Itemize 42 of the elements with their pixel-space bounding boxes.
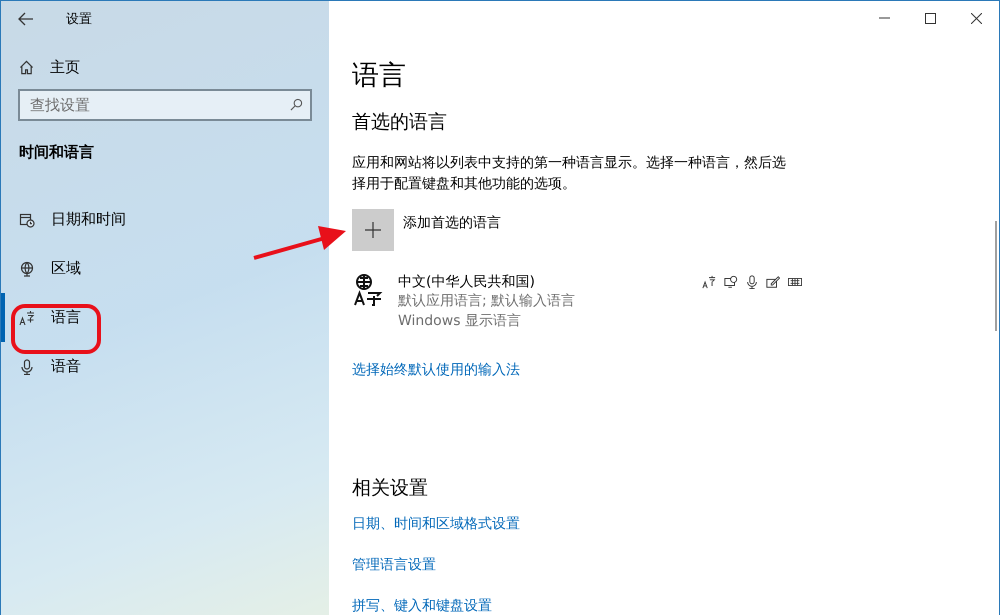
microphone-icon [19, 358, 35, 374]
add-language-button[interactable] [352, 209, 394, 251]
language-icon [19, 310, 35, 326]
close-icon [970, 12, 982, 24]
nav-item[interactable]: 区域 [1, 244, 329, 293]
minimize-icon [878, 17, 890, 19]
language-entry[interactable]: 中文(中华人民共和国) 默认应用语言; 默认输入语言 Windows 显示语言 [352, 273, 802, 331]
add-language-label[interactable]: 添加首选的语言 [403, 214, 501, 232]
section-heading: 首选的语言 [352, 110, 448, 135]
nav-item[interactable]: 日期和时间 [1, 195, 329, 244]
nav-label: 区域 [51, 259, 81, 278]
language-name: 中文(中华人民共和国) [398, 273, 536, 291]
microphone-icon [746, 275, 758, 289]
nav-label: 语言 [51, 308, 81, 327]
page-title: 语言 [352, 59, 407, 93]
plus-icon [365, 222, 381, 238]
related-settings-link[interactable]: 日期、时间和区域格式设置 [352, 515, 520, 533]
language-icon [702, 275, 716, 289]
language-detail: Windows 显示语言 [398, 312, 522, 331]
section-heading: 时间和语言 [18, 142, 95, 162]
search-field[interactable]: 查找设置 [18, 89, 312, 121]
section-heading: 相关设置 [352, 476, 429, 501]
input-method-link[interactable]: 选择始终默认使用的输入法 [352, 361, 520, 379]
monitor-speech-icon [724, 275, 738, 289]
calendar-clock-icon [19, 212, 35, 228]
description-text: 应用和网站将以列表中支持的第一种语言显示。选择一种语言，然后选择用于配置键盘和其他功能的选项。 [352, 154, 787, 194]
nav-label: 语音 [51, 357, 81, 376]
nav-item[interactable]: 语音 [1, 342, 329, 391]
maximize-icon [924, 12, 936, 24]
window-title: 设置 [66, 11, 92, 28]
search-icon [290, 98, 303, 111]
globe-icon [19, 260, 35, 276]
related-settings-link[interactable]: 管理语言设置 [352, 556, 436, 574]
keyboard-icon [788, 275, 802, 289]
scrollbar[interactable] [995, 221, 997, 331]
nav-label: 日期和时间 [51, 210, 126, 229]
home-icon [19, 60, 34, 74]
pen-icon [766, 275, 780, 289]
language-detail: 默认应用语言; 默认输入语言 [398, 292, 576, 311]
related-settings-link[interactable]: 拼写、键入和键盘设置 [352, 597, 492, 615]
home-link[interactable]: 主页 [50, 58, 80, 76]
back-arrow-icon[interactable] [18, 12, 34, 26]
